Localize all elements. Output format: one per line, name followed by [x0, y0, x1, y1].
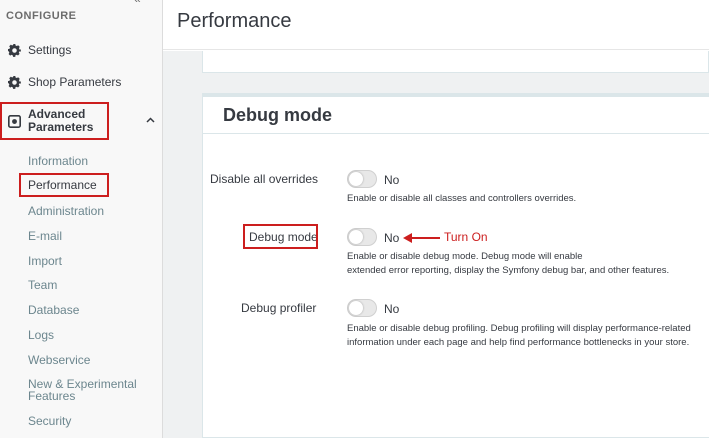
collapse-sidebar-icon[interactable]: «: [134, 0, 141, 6]
sidebar-subitem-email[interactable]: E-mail: [28, 229, 62, 243]
page-title: Performance: [177, 10, 292, 32]
sidebar-item-label: Shop Parameters: [28, 75, 122, 89]
debug-profiler-switch[interactable]: [347, 299, 377, 317]
gear-icon: [0, 43, 28, 57]
sidebar-subitem-security[interactable]: Security: [28, 414, 71, 428]
debug-profiler-value: No: [384, 302, 400, 316]
help-line: Enable or disable debug profiling. Debug…: [347, 323, 691, 334]
sidebar-item-shop-parameters[interactable]: Shop Parameters: [0, 69, 163, 95]
debug-mode-value: No: [384, 231, 400, 245]
sidebar: « CONFIGURE Settings Shop Parameters Adv…: [0, 0, 163, 438]
debug-mode-help: Enable or disable debug mode. Debug mode…: [347, 250, 669, 278]
debug-profiler-help: Enable or disable debug profiling. Debug…: [347, 322, 691, 350]
turn-on-annotation: Turn On: [444, 230, 488, 244]
gear-icon: [0, 75, 28, 89]
debug-mode-switch[interactable]: [347, 228, 377, 246]
sidebar-subitem-information[interactable]: Information: [28, 154, 88, 168]
chevron-up-icon[interactable]: [146, 112, 155, 126]
help-line: Enable or disable debug mode. Debug mode…: [347, 251, 583, 262]
sidebar-subitem-new-experimental[interactable]: New & Experimental Features: [28, 378, 148, 402]
disable-overrides-switch[interactable]: [347, 170, 377, 188]
debug-profiler-label: Debug profiler: [241, 301, 317, 315]
sidebar-subitem-team[interactable]: Team: [28, 278, 57, 292]
sidebar-section-title: CONFIGURE: [6, 10, 77, 22]
highlight-box-performance: [19, 173, 109, 197]
sidebar-subitem-database[interactable]: Database: [28, 303, 79, 317]
highlight-box-debug-mode: [243, 224, 318, 249]
sidebar-subitem-administration[interactable]: Administration: [28, 204, 104, 218]
help-line: Enable or disable all classes and contro…: [347, 193, 577, 204]
card-header: Debug mode: [203, 94, 709, 134]
disable-overrides-value: No: [384, 173, 400, 187]
disable-overrides-label: Disable all overrides: [210, 172, 319, 186]
sidebar-subitem-logs[interactable]: Logs: [28, 328, 54, 342]
card-title: Debug mode: [223, 105, 333, 125]
page-header: Performance: [163, 0, 709, 50]
sidebar-item-label: Settings: [28, 43, 72, 57]
highlight-box-advanced: [0, 102, 109, 140]
disable-overrides-help: Enable or disable all classes and contro…: [347, 192, 576, 206]
help-line: information under each page and help fin…: [347, 337, 690, 348]
sidebar-item-settings[interactable]: Settings: [0, 37, 163, 63]
help-line: extended error reporting, display the Sy…: [347, 265, 670, 276]
sidebar-subitem-import[interactable]: Import: [28, 254, 62, 268]
arrow-line: [410, 237, 440, 239]
previous-card: [202, 51, 709, 73]
sidebar-subitem-webservice[interactable]: Webservice: [28, 353, 90, 367]
